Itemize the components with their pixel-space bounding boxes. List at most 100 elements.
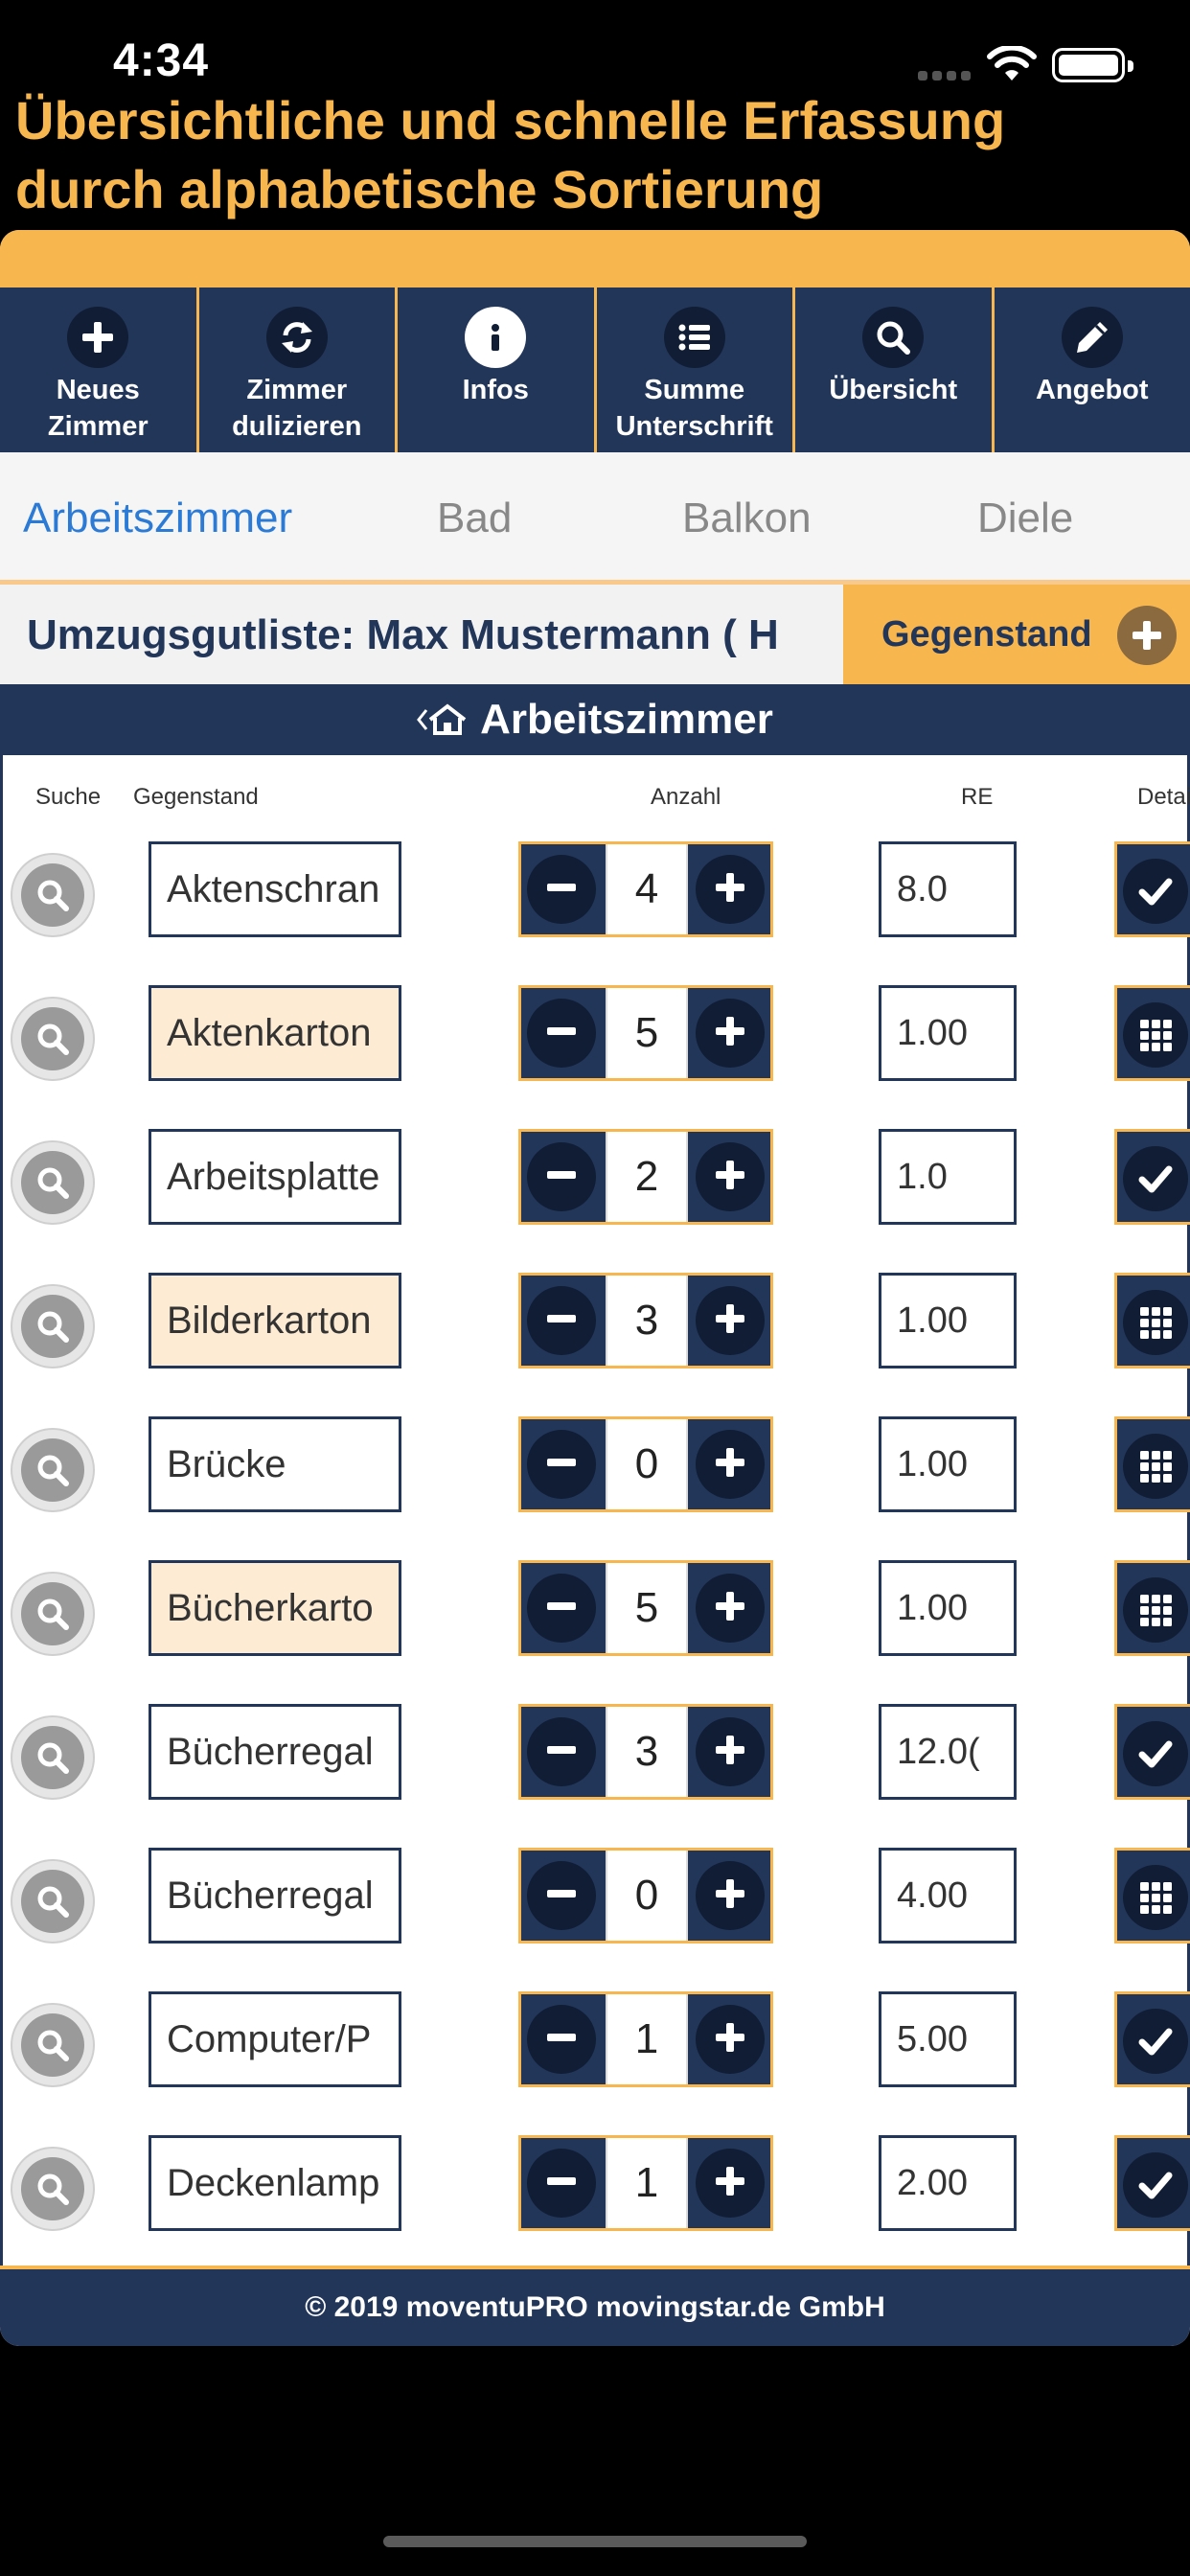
item-search-button[interactable] xyxy=(11,1140,95,1225)
grid-icon xyxy=(1123,1865,1188,1930)
increment-button[interactable] xyxy=(696,2149,765,2218)
overview-button[interactable]: Übersicht xyxy=(795,288,992,452)
quantity-field[interactable]: 1 xyxy=(606,2138,688,2228)
detail-button[interactable] xyxy=(1114,1704,1190,1800)
quantity-field[interactable]: 1 xyxy=(606,1994,688,2084)
add-item-label: Gegenstand xyxy=(881,613,1092,655)
decrement-button[interactable] xyxy=(527,2005,596,2074)
detail-button[interactable] xyxy=(1114,2135,1190,2231)
plus-icon xyxy=(711,868,749,911)
offer-button[interactable]: Angebot xyxy=(994,288,1190,452)
detail-button[interactable] xyxy=(1114,841,1190,937)
item-name-field[interactable]: Aktenkarton xyxy=(149,985,401,1081)
item-search-button[interactable] xyxy=(11,1572,95,1656)
re-value-field[interactable]: 5.00 xyxy=(879,1991,1017,2087)
minus-icon xyxy=(542,1443,581,1486)
decrement-button[interactable] xyxy=(527,2149,596,2218)
quantity-stepper: 3 xyxy=(518,1273,773,1368)
detail-button[interactable] xyxy=(1114,1848,1190,1944)
search-icon xyxy=(862,307,925,368)
quantity-field[interactable]: 0 xyxy=(606,1419,688,1509)
add-item-button[interactable]: Gegenstand xyxy=(843,585,1190,684)
item-search-button[interactable] xyxy=(11,1284,95,1368)
item-name-field[interactable]: Arbeitsplatte xyxy=(149,1129,401,1225)
decrement-button[interactable] xyxy=(527,1717,596,1786)
re-value-field[interactable]: 1.0 xyxy=(879,1129,1017,1225)
decrement-button[interactable] xyxy=(527,1142,596,1211)
item-name-field[interactable]: Bücherkarto xyxy=(149,1560,401,1656)
duplicate-room-button[interactable]: Zimmer dulizieren xyxy=(198,288,395,452)
table-row: Computer/P 1 5.00 xyxy=(3,1991,1190,2087)
item-name-field[interactable]: Bilderkarton xyxy=(149,1273,401,1368)
increment-button[interactable] xyxy=(696,2005,765,2074)
increment-button[interactable] xyxy=(696,1717,765,1786)
quantity-stepper: 5 xyxy=(518,985,773,1081)
decrement-button[interactable] xyxy=(527,1574,596,1643)
room-tabs: Arbeitszimmer Bad Balkon Diele xyxy=(0,452,1190,585)
re-value-field[interactable]: 1.00 xyxy=(879,985,1017,1081)
item-search-button[interactable] xyxy=(11,1715,95,1800)
tab-balkon[interactable]: Balkon xyxy=(682,494,812,542)
search-icon xyxy=(21,1438,84,1502)
decrement-button[interactable] xyxy=(527,1430,596,1499)
new-room-button[interactable]: Neues Zimmer xyxy=(0,288,196,452)
increment-button[interactable] xyxy=(696,1142,765,1211)
item-search-button[interactable] xyxy=(11,853,95,937)
detail-button[interactable] xyxy=(1114,1129,1190,1225)
increment-button[interactable] xyxy=(696,1574,765,1643)
item-name-field[interactable]: Aktenschran xyxy=(149,841,401,937)
quantity-field[interactable]: 3 xyxy=(606,1276,688,1366)
home-indicator[interactable] xyxy=(383,2536,807,2547)
detail-button[interactable] xyxy=(1114,985,1190,1081)
wifi-icon xyxy=(987,46,1037,80)
infos-label: Infos xyxy=(462,375,529,405)
item-name-field[interactable]: Bücherregal xyxy=(149,1848,401,1944)
summary-signature-button[interactable]: Summe Unterschrift xyxy=(596,288,792,452)
increment-button[interactable] xyxy=(696,999,765,1068)
quantity-field[interactable]: 4 xyxy=(606,844,688,934)
increment-button[interactable] xyxy=(696,1861,765,1930)
table-row: Bilderkarton 3 1.00 xyxy=(3,1273,1190,1368)
detail-button[interactable] xyxy=(1114,1416,1190,1512)
tab-diele[interactable]: Diele xyxy=(977,494,1073,542)
tab-arbeitszimmer[interactable]: Arbeitszimmer xyxy=(23,494,292,542)
item-search-button[interactable] xyxy=(11,1859,95,1944)
detail-button[interactable] xyxy=(1114,1273,1190,1368)
item-name-field[interactable]: Deckenlamp xyxy=(149,2135,401,2231)
decrement-button[interactable] xyxy=(527,1286,596,1355)
detail-button[interactable] xyxy=(1114,1560,1190,1656)
item-name-field[interactable]: Computer/P xyxy=(149,1991,401,2087)
infos-button[interactable]: Infos xyxy=(398,288,594,452)
plus-icon xyxy=(711,1012,749,1055)
item-name-field[interactable]: Bücherregal xyxy=(149,1704,401,1800)
re-value-field[interactable]: 1.00 xyxy=(879,1560,1017,1656)
duplicate-room-label: Zimmer dulizieren xyxy=(232,375,362,442)
item-search-button[interactable] xyxy=(11,1428,95,1512)
increment-button[interactable] xyxy=(696,1286,765,1355)
decrement-button[interactable] xyxy=(527,999,596,1068)
plus-icon xyxy=(711,1874,749,1918)
item-name-field[interactable]: Brücke xyxy=(149,1416,401,1512)
tab-bad[interactable]: Bad xyxy=(437,494,512,542)
increment-button[interactable] xyxy=(696,855,765,924)
re-value-field[interactable]: 8.0 xyxy=(879,841,1017,937)
re-value-field[interactable]: 2.00 xyxy=(879,2135,1017,2231)
decrement-button[interactable] xyxy=(527,1861,596,1930)
home-back-icon[interactable] xyxy=(417,701,470,739)
item-search-button[interactable] xyxy=(11,2003,95,2087)
decrement-button[interactable] xyxy=(527,855,596,924)
inventory-table: Suche Gegenstand Anzahl RE Detai Aktensc… xyxy=(0,755,1190,2269)
re-value-field[interactable]: 4.00 xyxy=(879,1848,1017,1944)
detail-button[interactable] xyxy=(1114,1991,1190,2087)
item-search-button[interactable] xyxy=(11,2147,95,2231)
re-value-field[interactable]: 1.00 xyxy=(879,1416,1017,1512)
quantity-field[interactable]: 5 xyxy=(606,1563,688,1653)
re-value-field[interactable]: 1.00 xyxy=(879,1273,1017,1368)
quantity-field[interactable]: 0 xyxy=(606,1851,688,1941)
re-value-field[interactable]: 12.0( xyxy=(879,1704,1017,1800)
quantity-field[interactable]: 2 xyxy=(606,1132,688,1222)
item-search-button[interactable] xyxy=(11,997,95,1081)
quantity-field[interactable]: 5 xyxy=(606,988,688,1078)
quantity-field[interactable]: 3 xyxy=(606,1707,688,1797)
increment-button[interactable] xyxy=(696,1430,765,1499)
